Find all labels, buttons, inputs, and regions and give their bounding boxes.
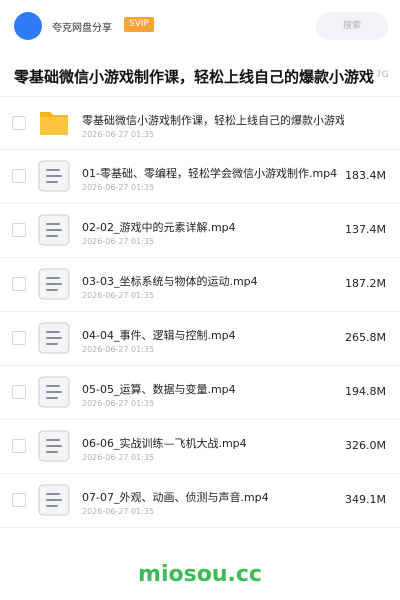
document-icon [38,214,70,246]
item-date: 2026-06-27 01:35 [82,183,155,192]
list-item[interactable]: 01-零基础、零编程，轻松学会微信小游戏制作.mp4 2026-06-27 01… [0,150,400,204]
document-icon [38,430,70,462]
item-checkbox[interactable] [12,223,26,237]
header: 夸克网盘分享 SVIP 搜索 [0,0,400,56]
item-name[interactable]: 06-06_实战训练—飞机大战.mp4 [82,435,344,451]
share-title-row: 零基础微信小游戏制作课，轻松上线自己的爆款小游戏 7G [0,58,400,94]
folder-icon [38,107,70,139]
item-checkbox[interactable] [12,493,26,507]
item-date: 2026-06-27 01:35 [82,399,155,408]
item-checkbox[interactable] [12,439,26,453]
item-name[interactable]: 05-05_运算、数据与变量.mp4 [82,381,344,397]
item-size: 183.4M [345,169,386,182]
item-date: 2026-06-27 01:35 [82,130,155,139]
item-date: 2026-06-27 01:35 [82,453,155,462]
list-item[interactable]: 02-02_游戏中的元素详解.mp4 2026-06-27 01:35 137.… [0,204,400,258]
document-icon [38,160,70,192]
list-item[interactable]: 04-04_事件、逻辑与控制.mp4 2026-06-27 01:35 265.… [0,312,400,366]
item-date: 2026-06-27 01:35 [82,507,155,516]
list-item[interactable]: 05-05_运算、数据与变量.mp4 2026-06-27 01:35 194.… [0,366,400,420]
item-size: 137.4M [345,223,386,236]
avatar[interactable] [14,12,42,40]
item-checkbox[interactable] [12,169,26,183]
search-input[interactable]: 搜索 [316,12,388,40]
item-size: 194.8M [345,385,386,398]
list-item[interactable]: 06-06_实战训练—飞机大战.mp4 2026-06-27 01:35 326… [0,420,400,474]
item-date: 2026-06-27 01:35 [82,291,155,300]
item-size: 265.8M [345,331,386,344]
total-size: 7G [376,70,389,80]
list-item[interactable]: 03-03_坐标系统与物体的运动.mp4 2026-06-27 01:35 18… [0,258,400,312]
item-name[interactable]: 01-零基础、零编程，轻松学会微信小游戏制作.mp4 [82,165,344,181]
document-icon [38,376,70,408]
page-title: 零基础微信小游戏制作课，轻松上线自己的爆款小游戏 [14,68,375,86]
list-item-folder[interactable]: 零基础微信小游戏制作课，轻松上线自己的爆款小游戏 2026-06-27 01:3… [0,96,400,150]
item-checkbox[interactable] [12,385,26,399]
share-page: 夸克网盘分享 SVIP 搜索 零基础微信小游戏制作课，轻松上线自己的爆款小游戏 … [0,0,400,600]
document-icon [38,322,70,354]
document-icon [38,484,70,516]
svip-badge: SVIP [124,17,154,32]
document-icon [38,268,70,300]
user-name[interactable]: 夸克网盘分享 [52,19,112,34]
item-checkbox[interactable] [12,277,26,291]
item-name[interactable]: 02-02_游戏中的元素详解.mp4 [82,219,344,235]
item-checkbox[interactable] [12,331,26,345]
item-name[interactable]: 07-07_外观、动画、侦测与声音.mp4 [82,489,344,505]
item-name[interactable]: 03-03_坐标系统与物体的运动.mp4 [82,273,344,289]
watermark: miosou.cc [138,562,262,587]
list-item[interactable]: 07-07_外观、动画、侦测与声音.mp4 2026-06-27 01:35 3… [0,474,400,528]
item-size: 326.0M [345,439,386,452]
file-list: 零基础微信小游戏制作课，轻松上线自己的爆款小游戏 2026-06-27 01:3… [0,96,400,528]
item-date: 2026-06-27 01:35 [82,237,155,246]
item-name[interactable]: 零基础微信小游戏制作课，轻松上线自己的爆款小游戏 [82,112,344,128]
item-name[interactable]: 04-04_事件、逻辑与控制.mp4 [82,327,344,343]
item-date: 2026-06-27 01:35 [82,345,155,354]
item-size: 187.2M [345,277,386,290]
item-checkbox[interactable] [12,116,26,130]
item-size: 349.1M [345,493,386,506]
